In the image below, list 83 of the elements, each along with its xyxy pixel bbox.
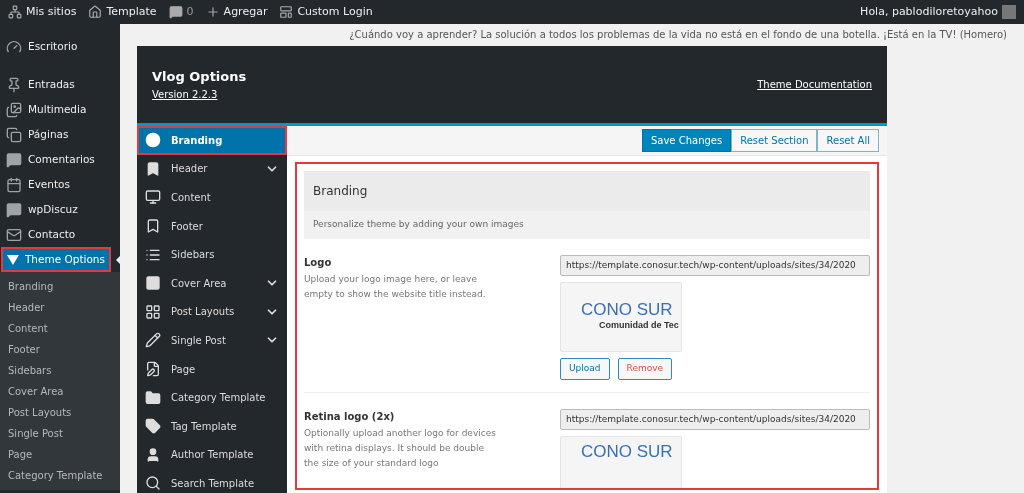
save-button[interactable]: Save Changes xyxy=(641,129,732,152)
quote-text: ¿Cuándo voy a aprender? La solución a todos los problemas de la vida no está en el fondo de una botella. ¡Está en la TV! (Homero) xyxy=(349,28,1007,42)
submenu-item[interactable]: Single Post xyxy=(0,423,120,444)
url-field[interactable]: https://template.conosur.tech/wp-content/uploads/sites/34/2020 xyxy=(560,409,870,430)
sidebar-item[interactable]: Páginas xyxy=(0,122,120,147)
field-label: Logo xyxy=(304,256,333,270)
admin-bar-link[interactable]: Template xyxy=(88,3,157,21)
options-nav-item[interactable]: Header xyxy=(137,154,287,184)
pencil-icon xyxy=(145,332,161,349)
monitor-icon xyxy=(145,189,161,206)
gauge-icon xyxy=(6,38,22,55)
sidebar-item[interactable]: wpDiscuz xyxy=(0,197,120,222)
logo-subtitle: Comunidad de Tec xyxy=(598,319,680,333)
sidebar-item[interactable]: Escritorio xyxy=(0,34,120,59)
bookmark-icon xyxy=(145,218,161,235)
options-nav-item[interactable]: Tag Template xyxy=(137,411,287,441)
submenu-item[interactable]: Category Template xyxy=(0,465,120,486)
options-nav-item[interactable]: Author Template xyxy=(137,440,287,470)
options-nav-item[interactable]: Post Layouts xyxy=(137,297,287,327)
sidebar-item[interactable]: Multimedia xyxy=(0,97,120,122)
section-title: Branding xyxy=(304,171,870,211)
speech-bubble-icon xyxy=(168,5,183,19)
search-icon xyxy=(145,475,161,492)
options-nav-item[interactable]: Content xyxy=(137,183,287,212)
version-link[interactable]: Version 2.2.3 xyxy=(152,86,247,102)
network-icon xyxy=(8,5,22,19)
speech-bubble-icon xyxy=(6,201,22,218)
sidebar-item[interactable]: Contacto xyxy=(0,222,120,247)
tag-icon xyxy=(145,418,161,435)
plus-icon xyxy=(205,5,220,19)
layout-icon xyxy=(279,5,294,19)
pin-icon xyxy=(6,76,22,93)
edit-page-icon xyxy=(145,361,161,378)
sidebar-item[interactable]: Eventos xyxy=(0,172,120,197)
reset-button[interactable]: Reset Section xyxy=(731,129,818,152)
section-description: Personalize theme by adding your own images xyxy=(312,218,525,232)
avatar-placeholder xyxy=(1002,5,1016,19)
sidebar-item[interactable]: Comentarios xyxy=(0,147,120,172)
grid-icon xyxy=(145,303,161,320)
remove-button[interactable]: Remove xyxy=(617,358,673,380)
options-title: Vlog Options xyxy=(152,68,247,87)
submenu-item[interactable]: Page xyxy=(0,444,120,465)
speech-bubble-icon xyxy=(6,151,22,168)
options-nav-item[interactable]: Category Template xyxy=(137,383,287,412)
options-nav-item[interactable]: Footer xyxy=(137,211,287,241)
field-description: Upload your logo image here, or leave empty to show the website title instead. xyxy=(304,273,487,301)
submenu-item[interactable]: Sidebars xyxy=(0,360,120,381)
submenu-item[interactable]: Footer xyxy=(0,339,120,360)
documentation-link[interactable]: Theme Documentation xyxy=(757,77,872,92)
admin-bar-link[interactable]: Mis sitios xyxy=(8,3,77,21)
logo-title: CONO SUR xyxy=(581,301,674,320)
admin-bar-link[interactable]: Custom Login xyxy=(279,3,373,21)
admin-bar-link[interactable]: Agregar xyxy=(205,3,268,21)
mail-icon xyxy=(6,226,22,243)
upload-button[interactable]: Upload xyxy=(560,358,610,380)
images-icon xyxy=(6,101,22,118)
admin-bar-link[interactable]: 0 xyxy=(168,3,194,21)
field-description: Optionally upload another logo for devices with retina displays. It should be double the size of your standard logo xyxy=(304,427,497,470)
account-link[interactable]: Hola, pablodiloretoyahoo xyxy=(860,3,1016,21)
url-field[interactable]: https://template.conosur.tech/wp-content/uploads/sites/34/2020 xyxy=(560,255,870,276)
options-nav-item[interactable]: Single Post xyxy=(137,326,287,355)
submenu-item[interactable]: Cover Area xyxy=(0,381,120,402)
options-nav-item[interactable]: Sidebars xyxy=(137,240,287,269)
submenu-item[interactable]: Content xyxy=(0,318,120,339)
square-icon xyxy=(145,275,161,292)
reset-button[interactable]: Reset All xyxy=(817,129,879,152)
bookmark-icon xyxy=(145,160,161,177)
submenu-item[interactable]: Post Layouts xyxy=(0,402,120,423)
submenu-item[interactable]: Branding xyxy=(0,276,120,297)
options-nav-item[interactable]: Branding xyxy=(137,126,287,155)
sidebar-item[interactable]: Entradas xyxy=(0,72,120,97)
options-nav-item[interactable]: Page xyxy=(137,354,287,384)
field-label: Retina logo (2x) xyxy=(304,410,396,424)
home-icon xyxy=(88,5,103,19)
options-nav-item[interactable]: Search Template xyxy=(137,469,287,493)
pages-icon xyxy=(6,126,22,143)
user-icon xyxy=(145,446,161,463)
logo-title: CONO SUR xyxy=(581,443,674,461)
options-nav-item[interactable]: Cover Area xyxy=(137,268,287,298)
submenu-item[interactable]: Header xyxy=(0,297,120,318)
triangle-icon xyxy=(7,253,19,266)
folder-icon xyxy=(145,389,161,406)
calendar-icon xyxy=(6,176,22,193)
